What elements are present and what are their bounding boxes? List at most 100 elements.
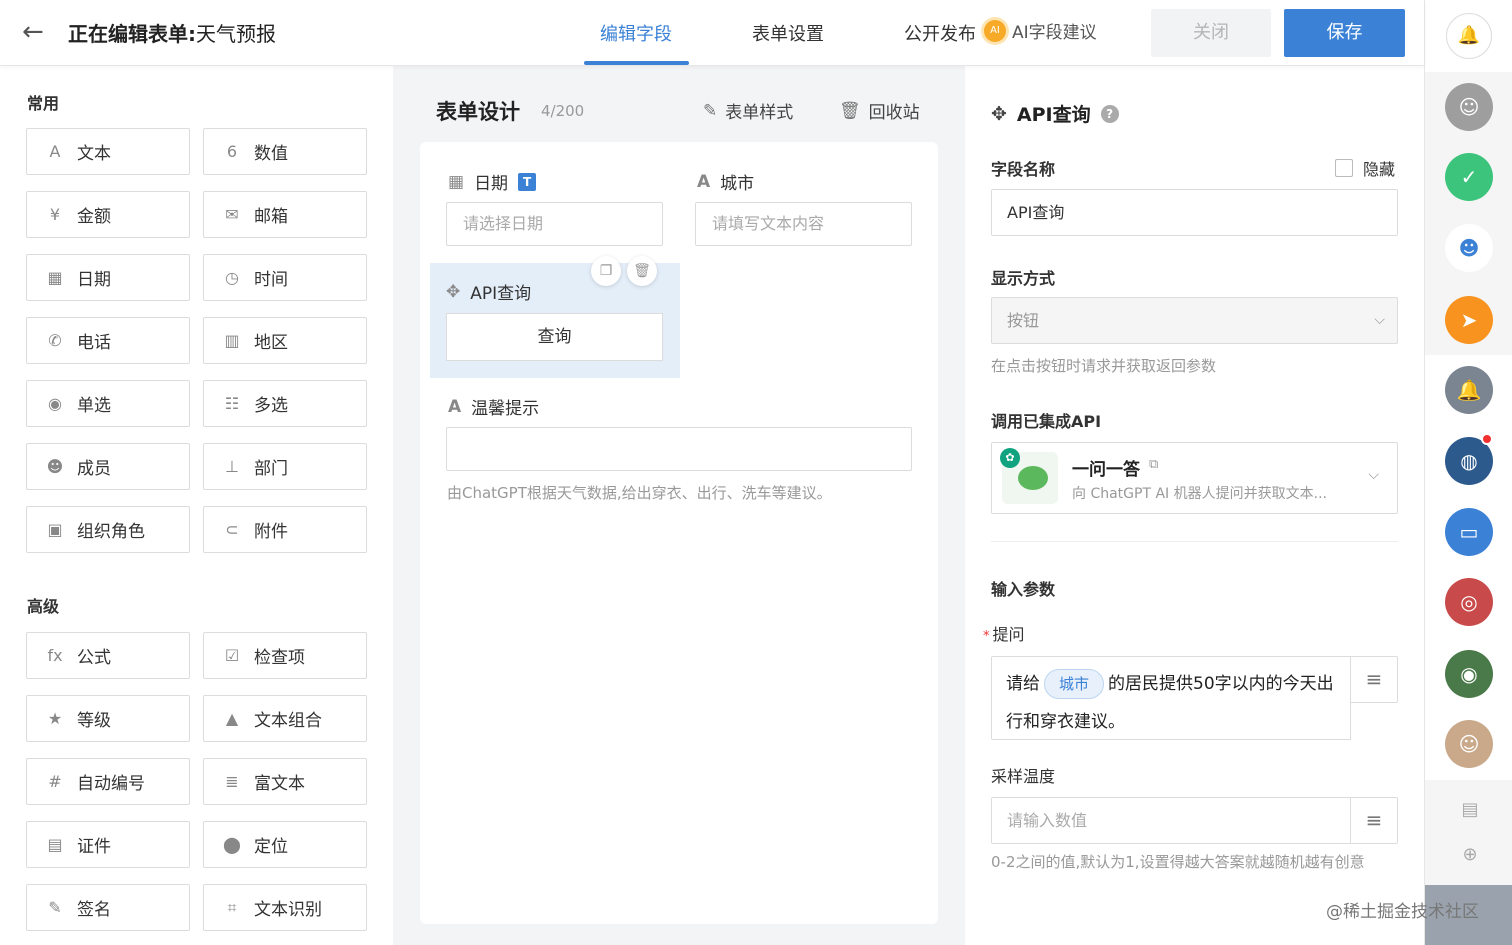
contacts-icon[interactable]: ▤ (1459, 799, 1481, 821)
palette-item[interactable]: fx 公式 (26, 632, 190, 679)
form-style-button[interactable]: ✎ 表单样式 (703, 98, 794, 124)
palette-item[interactable]: # 自动编号 (26, 758, 190, 805)
palette-item[interactable]: 6 数值 (203, 128, 367, 175)
field-type-icon: ◷ (225, 267, 239, 287)
advanced-section-title: 高级 (27, 597, 60, 616)
back-arrow-icon[interactable]: ← (22, 19, 50, 46)
close-button[interactable]: 关闭 (1151, 9, 1271, 57)
field-type-icon: ▦ (47, 267, 63, 287)
notification-icon[interactable]: 🔔 (1445, 366, 1493, 414)
form-designer: 表单设计 4/200 ✎ 表单样式 🗑 回收站 ▦ 日期 T 请选择日期 A 城… (393, 66, 965, 945)
ai-badge-icon: AI (984, 19, 1006, 42)
palette-item[interactable]: ▥ 地区 (203, 317, 367, 364)
field-type-icon: ☷ (224, 393, 240, 413)
palette-item-label: 金额 (77, 207, 111, 227)
palette-item[interactable]: ☻ 成员 (26, 443, 190, 490)
palette-item-label: 地区 (254, 333, 288, 353)
chatbot-icon: ✿ (1000, 448, 1058, 504)
field-type-icon: ☑ (224, 645, 240, 665)
query-button[interactable]: 查询 (446, 313, 663, 361)
prompt-input[interactable]: 请给 城市 的居民提供50字以内的今天出行和穿衣建议。 (991, 656, 1351, 740)
field-name-input[interactable]: API查询 (991, 189, 1398, 236)
city-variable-chip[interactable]: 城市 (1044, 669, 1105, 699)
insert-variable-icon[interactable]: ≡ (1350, 797, 1398, 844)
recycle-bin-button[interactable]: 🗑 回收站 (839, 98, 920, 124)
text-type-badge: T (518, 172, 537, 191)
field-type-icon: ▣ (47, 519, 63, 539)
input-params-label: 输入参数 (991, 580, 1056, 599)
checkbox-box[interactable] (1335, 159, 1353, 177)
tab-edit-fields[interactable]: 编辑字段 (600, 20, 672, 46)
palette-item[interactable]: ▦ 日期 (26, 254, 190, 301)
palette-item[interactable]: ▣ 组织角色 (26, 506, 190, 553)
palette-item[interactable]: ▤ 证件 (26, 821, 190, 868)
palette-item[interactable]: ⬤ 定位 (203, 821, 367, 868)
team-photo-icon[interactable]: ◎ (1445, 578, 1493, 626)
palette-item-label: 附件 (254, 522, 288, 542)
tab-publish[interactable]: 公开发布 (904, 20, 976, 46)
field-type-icon: A (49, 141, 61, 161)
external-link-icon[interactable]: ⧉ (1149, 457, 1158, 472)
trash-icon: 🗑 (839, 100, 861, 121)
field-settings-panel: ✥ API查询 ? 字段名称 隐藏 API查询 显示方式 按钮 ⌵ 在点击按钮时… (965, 66, 1424, 945)
city-input[interactable]: 请填写文本内容 (695, 202, 912, 246)
insert-variable-icon[interactable]: ≡ (1350, 656, 1398, 703)
prompt-label: * 提问 (983, 625, 1025, 644)
delete-icon[interactable]: 🗑 (627, 256, 657, 286)
ai-suggest-label: AI字段建议 (1012, 23, 1097, 43)
api-section-label: 调用已集成API (991, 412, 1102, 431)
palette-item[interactable]: ⊥ 部门 (203, 443, 367, 490)
text-field-icon: A (448, 396, 462, 417)
api-move-icon: ✥ (446, 281, 461, 302)
palette-item-label: 签名 (77, 900, 111, 920)
palette-item-label: 文本 (77, 144, 111, 164)
palette-item[interactable]: ☑ 检查项 (203, 632, 367, 679)
right-rail: 🔔 ☺ ✓ ☻ ➤ 🔔 ◍ ▭ ◎ ◉ ☺ ▤ ⊕ (1424, 0, 1512, 945)
palette-item-label: 成员 (77, 459, 111, 479)
save-button[interactable]: 保存 (1284, 9, 1405, 57)
group-avatar-icon[interactable]: ☺ (1445, 83, 1493, 131)
palette-item[interactable]: ▲ 文本组合 (203, 695, 367, 742)
palette-item[interactable]: ✉ 邮箱 (203, 191, 367, 238)
temperature-input[interactable]: 请输入数值 (991, 797, 1351, 844)
ai-suggest-button[interactable]: AI AI字段建议 (984, 18, 1097, 43)
field-type-icon: fx (47, 645, 63, 665)
tip-label-text: 温馨提示 (471, 399, 540, 419)
palette-item[interactable]: ◉ 单选 (26, 380, 190, 427)
palette-item-label: 证件 (77, 837, 111, 857)
palette-item[interactable]: ★ 等级 (26, 695, 190, 742)
city-field-label[interactable]: A 城市 (697, 169, 754, 195)
mascot-icon[interactable]: ☻ (1445, 224, 1493, 272)
date-input[interactable]: 请选择日期 (446, 202, 663, 246)
copy-icon[interactable]: ❐ (591, 256, 621, 286)
bell-icon[interactable]: 🔔 (1446, 13, 1492, 59)
chat-icon[interactable]: ▭ (1445, 508, 1493, 556)
palette-item[interactable]: ✎ 签名 (26, 884, 190, 931)
palette-item[interactable]: ☷ 多选 (203, 380, 367, 427)
people-avatar-icon[interactable]: ☺ (1445, 720, 1493, 768)
tab-form-settings[interactable]: 表单设置 (752, 20, 824, 46)
form-canvas: ▦ 日期 T 请选择日期 A 城市 请填写文本内容 ✥ API查询 查询 ❐ 🗑… (420, 142, 938, 924)
field-type-icon: ⊂ (225, 519, 239, 539)
tip-field-label[interactable]: A 温馨提示 (448, 394, 540, 420)
integrated-api-select[interactable]: ✿ 一问一答 ⧉ 向 ChatGPT AI 机器人提问并获取文本... ⌵ (991, 442, 1398, 514)
add-icon[interactable]: ⊕ (1459, 844, 1481, 866)
hidden-checkbox[interactable]: 隐藏 (1335, 156, 1395, 180)
palette-item[interactable]: ⌗ 文本识别 (203, 884, 367, 931)
help-icon[interactable]: ? (1100, 104, 1119, 123)
photo-avatar-icon[interactable]: ◉ (1445, 650, 1493, 698)
display-mode-select[interactable]: 按钮 ⌵ (991, 297, 1398, 344)
palette-item[interactable]: ⊂ 附件 (203, 506, 367, 553)
palette-item[interactable]: ◷ 时间 (203, 254, 367, 301)
palette-item[interactable]: A 文本 (26, 128, 190, 175)
tip-input[interactable] (446, 427, 912, 471)
check-circle-icon[interactable]: ✓ (1445, 153, 1493, 201)
field-name-label: 字段名称 (991, 160, 1056, 179)
send-icon[interactable]: ➤ (1445, 296, 1493, 344)
palette-item[interactable]: ≣ 富文本 (203, 758, 367, 805)
palette-item[interactable]: ¥ 金额 (26, 191, 190, 238)
date-field-label[interactable]: ▦ 日期 T (448, 169, 537, 194)
palette-item[interactable]: ✆ 电话 (26, 317, 190, 364)
settings-title: ✥ API查询 ? (991, 100, 1119, 127)
form-style-label: 表单样式 (725, 103, 794, 123)
